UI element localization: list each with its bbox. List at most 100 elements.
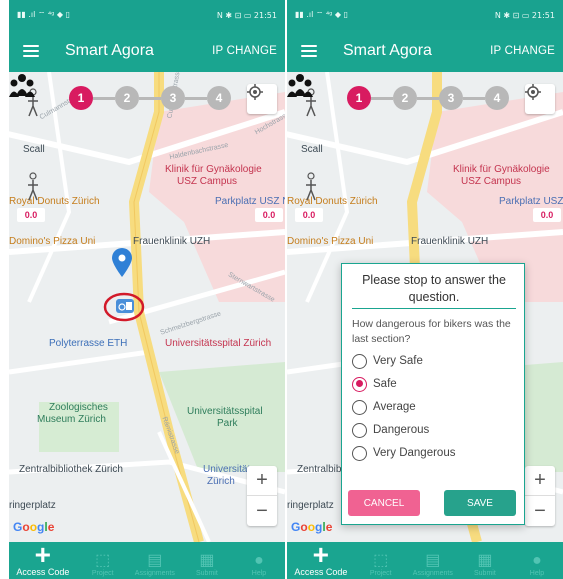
dialog-buttons: CANCEL SAVE: [348, 490, 516, 516]
radio-button-selected[interactable]: [352, 376, 367, 392]
nav-help[interactable]: ● Help: [511, 542, 563, 579]
plus-icon: +: [312, 539, 330, 570]
map-label-parkplatz: Parkplatz USZ N: [215, 196, 285, 207]
option-very-dangerous[interactable]: Very Dangerous: [352, 444, 516, 462]
progress-stepper: 1 2 3 4: [69, 86, 231, 110]
map-label-universitaet-2: Zürich: [207, 476, 235, 487]
map-label-ringerplatz: ringerplatz: [287, 500, 334, 511]
plus-icon: +: [34, 539, 52, 570]
app-bar: Smart Agora IP CHANGE: [9, 30, 285, 72]
left-value-box: 0.0: [17, 208, 45, 222]
step-connector: [417, 96, 439, 100]
nav-help[interactable]: ● Help: [233, 542, 285, 579]
zoom-in-button[interactable]: +: [247, 466, 277, 496]
nav-project[interactable]: ⬚ Project: [77, 542, 129, 579]
ip-change-button[interactable]: IP CHANGE: [212, 45, 277, 57]
nav-project[interactable]: ⬚ Project: [355, 542, 407, 579]
step-connector: [139, 96, 161, 100]
menu-icon[interactable]: [301, 45, 317, 57]
save-button[interactable]: SAVE: [444, 490, 516, 516]
status-bar: ▮▮ .ıl ⌔ ⁴ᵍ ◆ ▯ N ✱ ⊡ ▭ 21:51: [9, 0, 285, 30]
dialog-question: How dangerous for bikers was the last se…: [352, 318, 511, 345]
radio-button[interactable]: [352, 399, 367, 415]
bottom-nav: + Access Code ⬚ Project ▤ Assignments ▦ Subm…: [9, 539, 285, 579]
option-very-safe[interactable]: Very Safe: [352, 352, 516, 370]
bottom-nav: + Access Code ⬚ Project ▤ Assignments ▦ Subm…: [287, 539, 563, 579]
map-label-unispital-park-2: Park: [217, 418, 238, 429]
bike-station-icon: [116, 299, 134, 313]
map-label-zentralbibliothek: Zentralbibliothek Zürich: [19, 464, 123, 475]
zoom-in-button[interactable]: +: [525, 466, 555, 496]
zoom-out-button[interactable]: −: [525, 496, 555, 526]
map-label-klinik-1: Klinik für Gynäkologie: [453, 164, 550, 175]
map-label-parkplatz: Parkplatz USZ: [499, 196, 563, 207]
map-label-scall: Scall: [23, 144, 45, 155]
map-label-polyterrasse: Polyterrasse ETH: [49, 338, 128, 349]
nav-submit[interactable]: ▦ Submit: [459, 542, 511, 579]
my-location-button[interactable]: [247, 84, 277, 114]
radio-button[interactable]: [352, 422, 367, 438]
group-icon[interactable]: [287, 72, 313, 98]
step-connector: [463, 96, 485, 100]
my-location-button[interactable]: [525, 84, 555, 114]
nav-assignments[interactable]: ▤ Assignments: [129, 542, 181, 579]
info-icon: ●: [532, 552, 542, 569]
status-right: N ✱ ⊡ ▭ 21:51: [494, 10, 555, 20]
zoom-control: + −: [247, 466, 277, 526]
map-label-zoologisches-1: Zoologisches: [49, 402, 108, 413]
status-right: N ✱ ⊡ ▭ 21:51: [216, 10, 277, 20]
map-view[interactable]: Scall Klinik für Gynäkologie USZ Campus …: [287, 72, 563, 542]
app-title: Smart Agora: [343, 42, 432, 59]
step-2[interactable]: 2: [393, 86, 417, 110]
radio-button[interactable]: [352, 445, 367, 461]
cancel-button[interactable]: CANCEL: [348, 490, 420, 516]
step-4[interactable]: 4: [207, 86, 231, 110]
step-2[interactable]: 2: [115, 86, 139, 110]
map-view[interactable]: Culmannstrasse Culmannstrasse Haldenbach…: [9, 72, 285, 542]
step-3[interactable]: 3: [439, 86, 463, 110]
step-1[interactable]: 1: [347, 86, 371, 110]
location-pin-icon[interactable]: [111, 248, 133, 278]
zoom-out-button[interactable]: −: [247, 496, 277, 526]
dialog-title: Please stop to answer the question.: [352, 272, 516, 309]
google-logo: Google: [13, 520, 55, 534]
map-label-klinik-1: Klinik für Gynäkologie: [165, 164, 262, 175]
nav-access-code[interactable]: + Access Code: [287, 539, 355, 579]
step-3[interactable]: 3: [161, 86, 185, 110]
step-4[interactable]: 4: [485, 86, 509, 110]
step-connector: [371, 96, 393, 100]
option-safe[interactable]: Safe: [352, 375, 516, 393]
option-dangerous[interactable]: Dangerous: [352, 421, 516, 439]
map-label-zoologisches-2: Museum Zürich: [37, 414, 106, 425]
map-label-klinik-2: USZ Campus: [461, 176, 522, 187]
menu-icon[interactable]: [23, 45, 39, 57]
status-left: ▮▮ .ıl ⌔ ⁴ᵍ ◆ ▯: [17, 10, 71, 19]
group-icon[interactable]: [9, 72, 35, 98]
right-phone-screen: ▮▮ .ıl ⌔ ⁴ᵍ ◆ ▯ N ✱ ⊡ ▭ 21:51 Smart Agor…: [287, 0, 563, 579]
info-icon: ●: [254, 552, 264, 569]
map-label-scall: Scall: [301, 144, 323, 155]
app-title: Smart Agora: [65, 42, 154, 59]
right-value-box: 0.0: [533, 208, 561, 222]
progress-stepper: 1 2 3 4: [347, 86, 509, 110]
pedestrian-icon-2: [306, 172, 316, 201]
ip-change-button[interactable]: IP CHANGE: [490, 45, 555, 57]
nav-submit[interactable]: ▦ Submit: [181, 542, 233, 579]
cursor-icon: ⬚: [95, 552, 111, 569]
nav-access-code[interactable]: + Access Code: [9, 539, 77, 579]
right-value-box: 0.0: [255, 208, 283, 222]
app-bar: Smart Agora IP CHANGE: [287, 30, 563, 72]
status-left: ▮▮ .ıl ⌔ ⁴ᵍ ◆ ▯: [295, 10, 349, 19]
step-connector: [185, 96, 207, 100]
radio-button[interactable]: [352, 353, 367, 369]
step-1[interactable]: 1: [69, 86, 93, 110]
step-connector: [93, 96, 115, 100]
nav-assignments[interactable]: ▤ Assignments: [407, 542, 459, 579]
map-label-frauenklinik: Frauenklinik UZH: [411, 236, 489, 247]
pedestrian-icon-2: [28, 172, 38, 201]
map-label-universitaetsspital: Universitätsspital Zürich: [165, 338, 272, 349]
map-label-frauenklinik: Frauenklinik UZH: [133, 236, 211, 247]
crosshair-icon: [525, 84, 541, 100]
map-label-dominos: Domino's Pizza Uni: [287, 236, 374, 247]
option-average[interactable]: Average: [352, 398, 516, 416]
